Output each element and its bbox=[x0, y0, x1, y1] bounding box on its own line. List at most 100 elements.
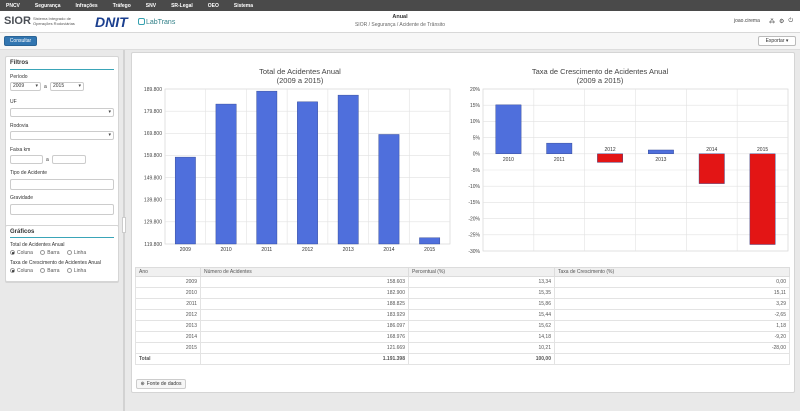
cell-taxa: 0,00 bbox=[554, 276, 790, 288]
y-tick-label: -25% bbox=[468, 233, 480, 239]
x-tick-label: 2011 bbox=[554, 157, 565, 163]
breadcrumb: SIOR / Segurança / Acidente de Trânsito bbox=[354, 22, 446, 28]
grafico2-options: Coluna Barra Linha bbox=[10, 268, 86, 274]
grafico1-coluna-radio[interactable]: Coluna bbox=[10, 250, 33, 256]
nav-item-oeo[interactable]: OEO bbox=[208, 3, 219, 9]
grafico1-barra-radio[interactable]: Barra bbox=[40, 250, 59, 256]
cell-taxa: -2,65 bbox=[554, 309, 790, 321]
table-row: 2012 183.929 15,44 -2,65 bbox=[135, 309, 790, 321]
y-tick-label: 5% bbox=[473, 135, 481, 141]
graficos-panel: Gráficos Total de Acidentes Anual Coluna… bbox=[5, 225, 119, 282]
y-tick-label: -15% bbox=[468, 200, 480, 206]
grafico2-barra-radio[interactable]: Barra bbox=[40, 268, 59, 274]
chart1-subtitle: (2009 a 2015) bbox=[276, 76, 324, 85]
nav-item-trafego[interactable]: Tráfego bbox=[113, 3, 131, 9]
nav-item-sr-legal[interactable]: SR-Legal bbox=[171, 3, 193, 9]
chart2-title-block: Taxa de Crescimento de Acidentes Anual (… bbox=[500, 67, 700, 85]
y-tick-label: 179.800 bbox=[144, 109, 162, 115]
nav-item-pncv[interactable]: PNCV bbox=[6, 3, 20, 9]
cell-ano: 2009 bbox=[135, 276, 201, 288]
uf-select[interactable] bbox=[10, 108, 114, 117]
hierarchy-icon[interactable]: ⁂ bbox=[769, 18, 775, 25]
gear-icon[interactable]: ⚙ bbox=[779, 18, 784, 25]
col-percentual-header[interactable]: Percentual (%) bbox=[408, 267, 555, 277]
y-tick-label: -5% bbox=[471, 168, 480, 174]
chart2-title: Taxa de Crescimento de Acidentes Anual bbox=[531, 67, 669, 76]
collapse-sidebar-handle[interactable] bbox=[122, 217, 126, 233]
x-tick-label: 2013 bbox=[655, 157, 666, 163]
nav-item-infracoes[interactable]: Infrações bbox=[75, 3, 97, 9]
bar-2010 bbox=[495, 104, 522, 154]
cell-percentual: 10,21 bbox=[408, 342, 555, 354]
power-icon[interactable]: ⏻ bbox=[788, 18, 793, 25]
rodovia-select[interactable] bbox=[10, 131, 114, 140]
header-icons: ⁂ ⚙ ⏻ bbox=[769, 18, 793, 25]
grafico2-linha-radio[interactable]: Linha bbox=[66, 268, 86, 274]
user-name[interactable]: joao.cirema bbox=[734, 18, 760, 24]
consultar-button[interactable]: Consultar bbox=[4, 36, 37, 46]
cell-numero: 121.669 bbox=[200, 342, 409, 354]
x-tick-label: 2014 bbox=[706, 147, 717, 153]
total-acidentes-chart: 119.800 129.800 139.800 149.800 159.800 169.8… bbox=[144, 87, 451, 253]
faixa-km-label: Faixa km bbox=[10, 147, 31, 153]
fonte-de-dados-button[interactable]: ⊕ Fonte de dados bbox=[136, 379, 186, 389]
col-taxa-header[interactable]: Taxa de Crescimento (%) bbox=[554, 267, 790, 277]
cell-ano: 2010 bbox=[135, 287, 201, 299]
graficos-title: Gráficos bbox=[10, 229, 35, 235]
cell-numero: 183.929 bbox=[200, 309, 409, 321]
table-row: 2009 158.603 13,34 0,00 bbox=[135, 276, 790, 288]
periodo-from-select[interactable]: 2009 bbox=[10, 82, 41, 91]
brand-bar: SIOR Sistema Integrado de Operações Rodo… bbox=[0, 11, 800, 33]
cell-percentual: 15,35 bbox=[408, 287, 555, 299]
col-numero-header[interactable]: Número de Acidentes bbox=[200, 267, 409, 277]
nav-item-sistema[interactable]: Sistema bbox=[234, 3, 253, 9]
y-tick-label: 169.800 bbox=[144, 131, 162, 137]
bar-2011 bbox=[256, 90, 278, 245]
faixa-km-to-input[interactable] bbox=[52, 155, 86, 164]
cell-numero: 186.097 bbox=[200, 320, 409, 332]
chart1-title: Total de Acidentes Anual bbox=[259, 67, 341, 76]
cell-numero: 158.603 bbox=[200, 276, 409, 288]
page-title: Anual bbox=[392, 14, 408, 20]
x-tick-label: 2014 bbox=[383, 247, 394, 253]
x-tick-label: 2015 bbox=[757, 147, 768, 153]
cell-percentual: 15,86 bbox=[408, 298, 555, 310]
grafico1-linha-radio[interactable]: Linha bbox=[66, 250, 86, 256]
gravidade-input[interactable] bbox=[10, 204, 114, 215]
bar-2009 bbox=[174, 156, 196, 245]
bar-2012 bbox=[297, 101, 318, 245]
table-row: 2014 168.976 14,18 -9,20 bbox=[135, 331, 790, 343]
faixa-km-from-input[interactable] bbox=[10, 155, 43, 164]
bar-2013 bbox=[337, 94, 359, 245]
chart2-subtitle: (2009 a 2015) bbox=[576, 76, 624, 85]
cell-numero: 168.976 bbox=[200, 331, 409, 343]
y-tick-label: 159.800 bbox=[144, 153, 162, 159]
info-icon: ⊕ bbox=[140, 381, 145, 387]
y-tick-label: 15% bbox=[470, 103, 481, 109]
y-tick-label: 20% bbox=[470, 87, 481, 93]
col-ano-header[interactable]: Ano bbox=[135, 267, 201, 277]
cell-numero: 188.825 bbox=[200, 298, 409, 310]
bar-2014 bbox=[378, 134, 400, 245]
x-tick-label: 2015 bbox=[424, 247, 435, 253]
exportar-button[interactable]: Exportar ▾ bbox=[758, 36, 796, 46]
table-row: 2015 121.669 10,21 -28,00 bbox=[135, 342, 790, 354]
nav-item-snv[interactable]: SNV bbox=[146, 3, 156, 9]
radio-selected-icon bbox=[10, 250, 15, 255]
grafico1-coluna-label: Coluna bbox=[17, 250, 33, 256]
radio-icon bbox=[40, 268, 46, 273]
dnit-logo: DNIT bbox=[95, 14, 128, 30]
filters-title: Filtros bbox=[10, 60, 29, 66]
table-row: 2011 188.825 15,86 3,29 bbox=[135, 298, 790, 310]
periodo-to-select[interactable]: 2015 bbox=[50, 82, 84, 91]
cell-percentual: 14,18 bbox=[408, 331, 555, 343]
grafico2-coluna-radio[interactable]: Coluna bbox=[10, 268, 33, 274]
radio-icon bbox=[40, 250, 46, 255]
bar-2013 bbox=[648, 149, 674, 154]
sior-subtitle: Sistema Integrado de Operações Rodoviári… bbox=[33, 16, 75, 26]
y-tick-label: 149.800 bbox=[144, 175, 162, 181]
nav-item-seguranca[interactable]: Segurança bbox=[35, 3, 61, 9]
table-total-row: Total 1.191.398 100,00 bbox=[135, 353, 790, 365]
x-tick-label: 2013 bbox=[343, 247, 354, 253]
tipo-acidente-input[interactable] bbox=[10, 179, 114, 190]
